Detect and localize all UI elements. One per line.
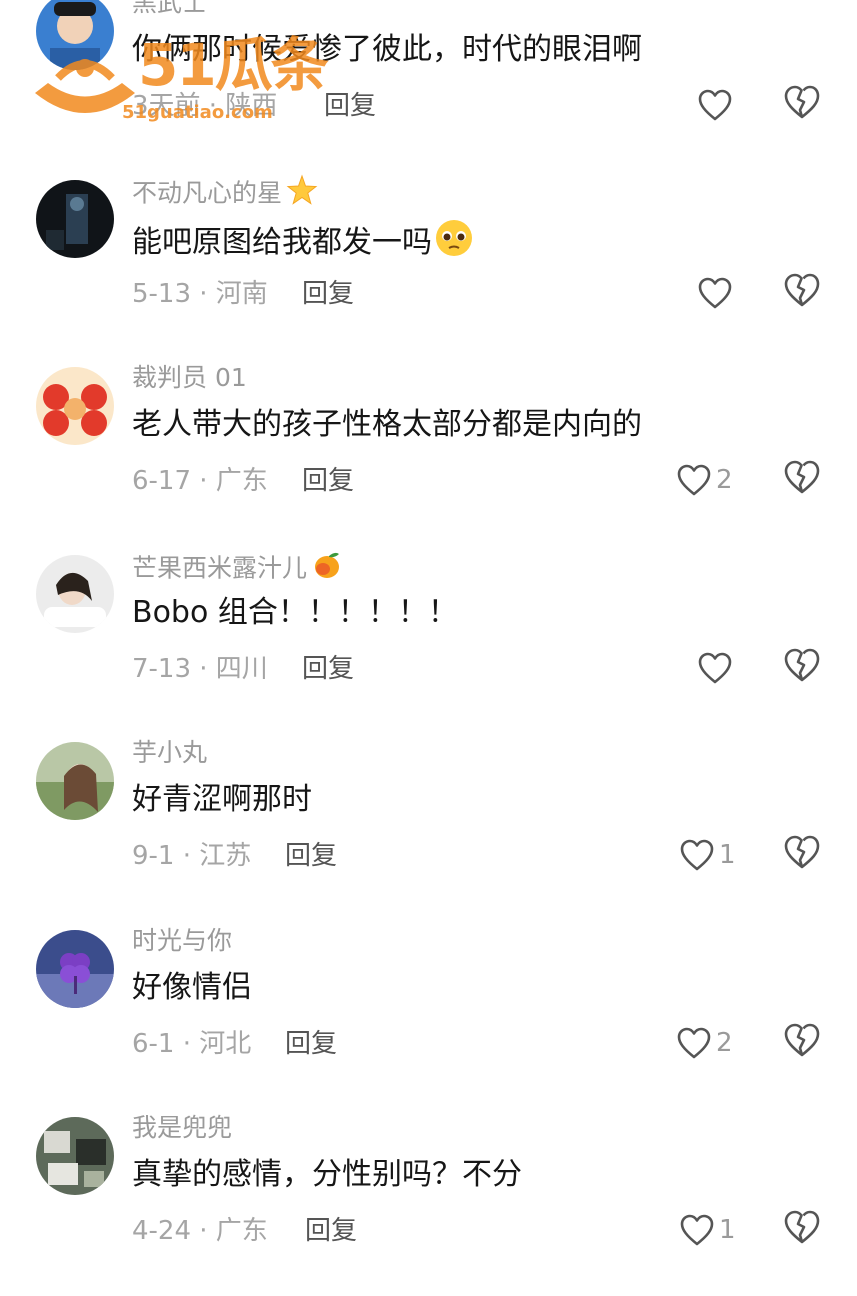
username[interactable]: 时光与你 [132, 924, 232, 958]
like-count: 1 [719, 840, 736, 870]
avatar[interactable] [36, 555, 114, 633]
avatar[interactable] [36, 930, 114, 1008]
avatar[interactable] [36, 742, 114, 820]
star-emoji-icon [286, 174, 318, 215]
avatar[interactable] [36, 180, 114, 258]
comment-meta: 6-1 · 河北 [132, 1029, 252, 1059]
avatar[interactable] [36, 1117, 114, 1195]
broken-heart-icon [784, 1210, 820, 1244]
reply-button[interactable]: 回复 [302, 463, 354, 499]
username[interactable]: 不动凡心的星 [132, 174, 318, 215]
like-button[interactable]: 1 [679, 1209, 736, 1251]
comment-meta: 6-17 · 广东 [132, 466, 268, 496]
dislike-button[interactable] [783, 834, 823, 876]
dislike-button[interactable] [783, 1022, 823, 1064]
heart-outline-icon [698, 652, 732, 684]
broken-heart-icon [784, 648, 820, 682]
dislike-button[interactable] [783, 84, 823, 126]
comment-text: Bobo 组合！！！！！！ [132, 595, 458, 630]
comment-item: 芒果西米露汁儿 Bobo 组合！！！！！！ 7-13 · 四川 回复 [0, 547, 857, 734]
watermark-brand: 51瓜条 [138, 31, 329, 99]
heart-outline-icon [677, 1027, 711, 1059]
comment-meta: 9-1 · 江苏 [132, 841, 252, 871]
broken-heart-icon [784, 1023, 820, 1057]
like-button[interactable]: 2 [676, 459, 733, 501]
reply-button[interactable]: 回复 [285, 838, 337, 874]
like-button[interactable]: 1 [679, 834, 736, 876]
watermark-url: 51guatiao.com [122, 102, 273, 123]
comment-meta: 7-13 · 四川 [132, 654, 268, 684]
like-button[interactable] [697, 647, 737, 689]
like-button[interactable] [697, 84, 737, 126]
heart-outline-icon [680, 839, 714, 871]
watermark-logo: 51瓜条 51guatiao.com [30, 30, 330, 130]
mango-emoji-icon [311, 549, 343, 590]
comment-text: 好像情侣 [132, 970, 252, 1005]
comment-text: 能吧原图给我都发一吗 [132, 218, 474, 269]
like-button[interactable]: 2 [676, 1022, 733, 1064]
comment-item: 我是兜兜 真挚的感情，分性别吗？不分 4-24 · 广东 回复 1 [0, 1109, 857, 1296]
reply-button[interactable]: 回复 [302, 651, 354, 687]
comment-item: 时光与你 好像情侣 6-1 · 河北 回复 2 [0, 922, 857, 1109]
comment-item: 芋小丸 好青涩啊那时 9-1 · 江苏 回复 1 [0, 734, 857, 921]
reply-button[interactable]: 回复 [285, 1026, 337, 1062]
like-count: 2 [716, 465, 733, 495]
avatar[interactable] [36, 367, 114, 445]
comment-text: 老人带大的孩子性格太部分都是内向的 [132, 407, 642, 442]
comment-meta: 4-24 · 广东 [132, 1216, 268, 1246]
like-count: 1 [719, 1215, 736, 1245]
username[interactable]: 芋小丸 [132, 736, 207, 770]
dislike-button[interactable] [783, 272, 823, 314]
reply-button[interactable]: 回复 [302, 276, 354, 312]
username[interactable]: 黑武士 [132, 0, 207, 20]
dislike-button[interactable] [783, 1209, 823, 1251]
dislike-button[interactable] [783, 459, 823, 501]
username[interactable]: 芒果西米露汁儿 [132, 549, 343, 590]
like-button[interactable] [697, 272, 737, 314]
heart-outline-icon [680, 1214, 714, 1246]
broken-heart-icon [784, 835, 820, 869]
heart-outline-icon [677, 464, 711, 496]
comment-text: 好青涩啊那时 [132, 782, 312, 817]
comment-item: 裁判员 01 老人带大的孩子性格太部分都是内向的 6-17 · 广东 回复 2 [0, 359, 857, 546]
heart-outline-icon [698, 277, 732, 309]
comment-text: 真挚的感情，分性别吗？不分 [132, 1157, 522, 1192]
broken-heart-icon [784, 273, 820, 307]
pleading-face-emoji-icon [434, 218, 474, 269]
broken-heart-icon [784, 460, 820, 494]
broken-heart-icon [784, 85, 820, 119]
like-count: 2 [716, 1028, 733, 1058]
comment-meta: 5-13 · 河南 [132, 279, 268, 309]
reply-button[interactable]: 回复 [305, 1213, 357, 1249]
comment-item: 不动凡心的星 能吧原图给我都发一吗 5-13 · 河南 回复 [0, 172, 857, 359]
dislike-button[interactable] [783, 647, 823, 689]
username[interactable]: 裁判员 01 [132, 361, 247, 395]
heart-outline-icon [698, 89, 732, 121]
username[interactable]: 我是兜兜 [132, 1111, 232, 1145]
reply-button[interactable]: 回复 [324, 88, 376, 124]
